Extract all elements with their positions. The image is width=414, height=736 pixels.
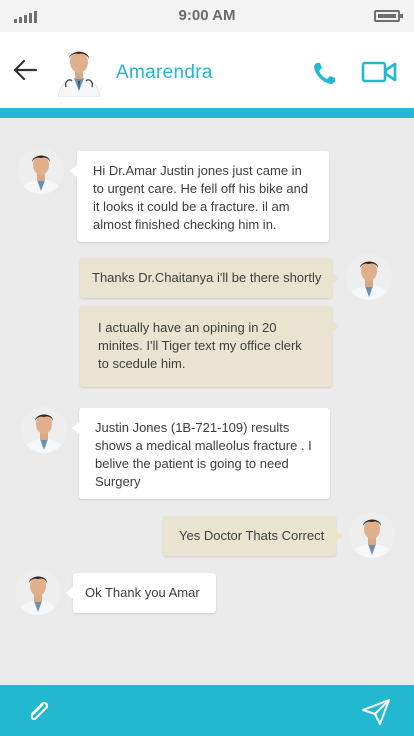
message-bubble-incoming: Ok Thank you Amar [66,573,216,613]
message-line: to scedule him. [98,356,186,371]
call-button[interactable] [311,59,339,87]
chat-thread: Hi Dr.Amar Justin jones just came in to … [0,118,414,685]
own-avatar [346,254,392,300]
battery-icon [374,10,403,22]
status-time: 9:00 AM [178,7,236,24]
paperclip-icon [30,701,49,721]
chat-header: Amarendra [0,32,414,108]
sender-avatar [15,569,61,615]
message-line: Ok Thank you Amar [85,585,200,600]
sender-avatar [21,407,67,453]
video-call-button[interactable] [361,60,397,84]
message-bubble-outgoing: Yes Doctor Thats Correct [163,516,343,556]
header-accent-band [0,108,414,118]
own-avatar [349,512,395,558]
message-line: shows a medical malleolus fracture . I [95,438,312,453]
message-line: Hi Dr.Amar Justin jones just came in [93,163,302,178]
back-button[interactable] [10,56,42,84]
status-bar: 9:00 AM [0,0,414,32]
contact-name[interactable]: Amarendra [116,62,213,84]
phone-icon [314,63,335,84]
composer-bar [0,685,414,736]
message-line: it looks it could be a fracture. il am [93,199,290,214]
message-bubble-outgoing: I actually have an opining in 20 minites… [80,306,339,387]
send-button[interactable] [360,697,392,727]
message-line: Justin Jones (1B-721-109) results [95,420,290,435]
message-line: Thanks Dr.Chaitanya i'll be there shortl… [92,270,322,285]
arrow-left-icon [13,59,38,81]
send-icon [362,699,390,725]
sender-avatar [18,148,64,194]
message-bubble-outgoing: Thanks Dr.Chaitanya i'll be there shortl… [80,258,339,298]
attach-button[interactable] [24,697,54,727]
message-line: Surgery [95,474,141,489]
message-line: almost finished checking him in. [93,217,277,232]
message-bubble-incoming: Justin Jones (1B-721-109) results shows … [72,408,330,499]
message-line: I actually have an opining in 20 [98,320,277,335]
message-line: belive the patient is going to need [95,456,289,471]
message-line: to urgent care. He fell off his bike and [93,181,309,196]
contact-avatar [54,43,104,97]
message-line: Yes Doctor Thats Correct [179,528,325,543]
video-camera-icon [361,61,397,83]
message-line: minites. I'll Tiger text my office clerk [98,338,302,353]
message-bubble-incoming: Hi Dr.Amar Justin jones just came in to … [70,151,329,242]
